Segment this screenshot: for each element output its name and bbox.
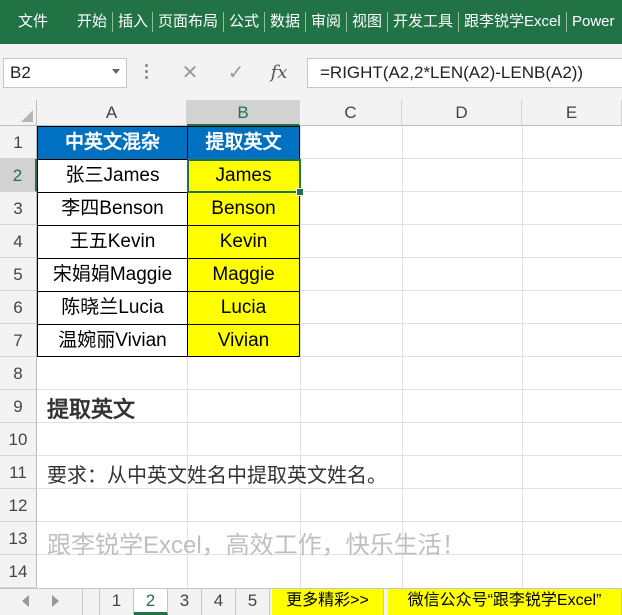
select-all-corner[interactable] (0, 100, 37, 126)
ribbon-tab-bar: 文件 开始 插入 页面布局 公式 数据 审阅 视图 开发工具 跟李锐学Excel… (0, 0, 622, 44)
ribbon-tab-home[interactable]: 开始 (77, 0, 107, 44)
row-header-3[interactable]: 3 (0, 192, 37, 225)
cell-b7[interactable]: Vivian (187, 324, 300, 357)
name-box[interactable]: B2 (3, 58, 127, 88)
row-header-5[interactable]: 5 (0, 258, 37, 291)
name-box-value: B2 (10, 63, 31, 82)
ribbon-separator (458, 12, 459, 32)
row-header-2[interactable]: 2 (0, 159, 37, 192)
gridline (37, 521, 622, 522)
scroll-left-icon[interactable] (22, 595, 29, 607)
sheet-tab-3[interactable]: 3 (168, 589, 202, 615)
ribbon-tab-power[interactable]: Power (572, 0, 615, 44)
column-header-a[interactable]: A (37, 100, 187, 126)
column-header-c[interactable]: C (300, 100, 402, 126)
gridline (37, 488, 622, 489)
note-slogan: 跟李锐学Excel，高效工作，快乐生活！ (47, 532, 466, 559)
cell-a1[interactable]: 中英文混杂 (37, 126, 188, 160)
sheet-tab-5[interactable]: 5 (236, 589, 270, 615)
cell-b3[interactable]: Benson (187, 192, 300, 226)
ribbon-separator (223, 12, 224, 32)
sheet-tab-2[interactable]: 2 (134, 589, 168, 615)
ribbon-tab-review[interactable]: 审阅 (311, 0, 341, 44)
fill-handle[interactable] (296, 188, 304, 196)
ribbon-separator (305, 12, 306, 32)
row-header-4[interactable]: 4 (0, 225, 37, 258)
cell-b1[interactable]: 提取英文 (187, 126, 300, 160)
column-header-d[interactable]: D (402, 100, 522, 126)
ribbon-separator (387, 12, 388, 32)
sheet-tab-4[interactable]: 4 (202, 589, 236, 615)
insert-function-icon[interactable]: fx (265, 58, 293, 88)
row-header-10[interactable]: 10 (0, 423, 37, 456)
chevron-down-icon[interactable] (112, 69, 120, 74)
cell-a6[interactable]: 陈晓兰Lucia (37, 291, 188, 325)
column-header-b[interactable]: B (187, 100, 300, 126)
ribbon-tab-insert[interactable]: 插入 (118, 0, 148, 44)
sheet-tab-wechat[interactable]: 微信公众号“跟李锐学Excel” (388, 589, 622, 615)
gridline (37, 389, 622, 390)
ribbon-tab-file[interactable]: 文件 (18, 0, 48, 44)
gridline (522, 126, 523, 588)
gridline (402, 126, 403, 588)
ribbon-separator (346, 12, 347, 32)
drag-handle-icon[interactable] (145, 64, 149, 82)
row-header-14[interactable]: 14 (0, 555, 37, 588)
ribbon-separator (264, 12, 265, 32)
cell-a4[interactable]: 王五Kevin (37, 225, 188, 259)
ribbon-tab-view[interactable]: 视图 (352, 0, 382, 44)
row-header-7[interactable]: 7 (0, 324, 37, 357)
formula-bar-area: B2 ✕ ✓ fx =RIGHT(A2,2*LEN(A2)-LENB(A2)) (0, 44, 622, 101)
row-header-13[interactable]: 13 (0, 522, 37, 555)
column-header-e[interactable]: E (522, 100, 622, 126)
ribbon-tab-formulas[interactable]: 公式 (229, 0, 259, 44)
cell-a5[interactable]: 宋娟娟Maggie (37, 258, 188, 292)
ribbon-tab-data[interactable]: 数据 (270, 0, 300, 44)
formula-text: =RIGHT(A2,2*LEN(A2)-LENB(A2)) (320, 63, 584, 82)
scroll-right-icon[interactable] (52, 595, 59, 607)
ribbon-tab-page-layout[interactable]: 页面布局 (158, 0, 218, 44)
ribbon-tab-custom[interactable]: 跟李锐学Excel (464, 0, 561, 44)
row-header-12[interactable]: 12 (0, 489, 37, 522)
sheet-tabs-bar: 1 2 3 4 5 更多精彩>> 微信公众号“跟李锐学Excel” (0, 588, 622, 615)
row-header-11[interactable]: 11 (0, 456, 37, 489)
ribbon-tab-developer[interactable]: 开发工具 (393, 0, 453, 44)
cell-b6[interactable]: Lucia (187, 291, 300, 325)
sheet-tab-more[interactable]: 更多精彩>> (272, 589, 384, 615)
ribbon-separator (566, 12, 567, 32)
row-header-6[interactable]: 6 (0, 291, 37, 324)
ribbon-separator (112, 12, 113, 32)
cell-a2[interactable]: 张三James (37, 159, 188, 193)
ribbon-separator (152, 12, 153, 32)
cancel-icon[interactable]: ✕ (176, 58, 204, 88)
cell-b4[interactable]: Kevin (187, 225, 300, 259)
row-header-1[interactable]: 1 (0, 126, 37, 159)
tab-separator-dots (82, 589, 100, 615)
row-header-9[interactable]: 9 (0, 390, 37, 423)
enter-icon[interactable]: ✓ (222, 58, 250, 88)
cell-a7[interactable]: 温婉丽Vivian (37, 324, 188, 357)
cell-b5[interactable]: Maggie (187, 258, 300, 292)
note-requirement: 要求：从中英文姓名中提取英文姓名。 (47, 465, 387, 487)
note-title: 提取英文 (47, 397, 136, 422)
row-header-8[interactable]: 8 (0, 357, 37, 390)
active-cell-outline (187, 159, 301, 193)
sheet-tab-1[interactable]: 1 (100, 589, 134, 615)
cell-a3[interactable]: 李四Benson (37, 192, 188, 226)
gridline (37, 455, 622, 456)
formula-input[interactable]: =RIGHT(A2,2*LEN(A2)-LENB(A2)) (307, 58, 622, 88)
